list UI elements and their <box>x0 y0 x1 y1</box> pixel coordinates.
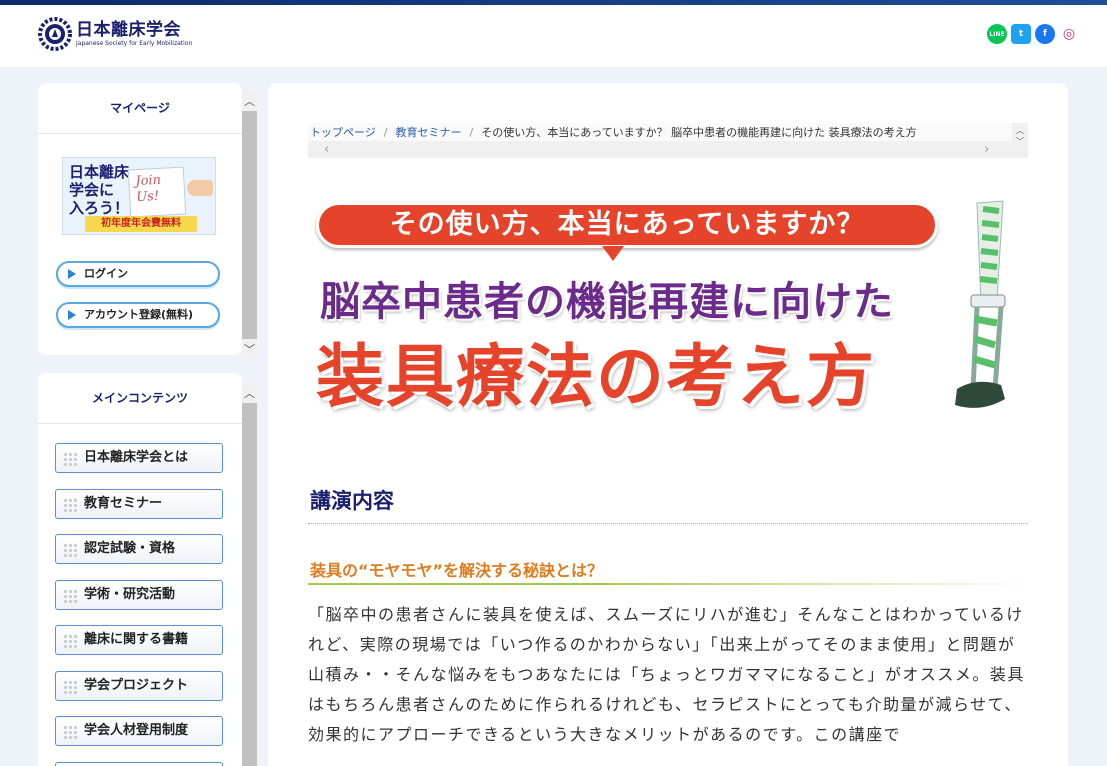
section-heading: 講演内容 <box>310 489 394 513</box>
breadcrumb-home-link[interactable]: トップページ <box>310 126 376 139</box>
main-contents-panel: メインコンテンツ 日本離床学会とは 教育セミナー 認定試験・資格 学術・研究活動… <box>38 373 242 766</box>
mypage-panel: マイページ 日本離床 学会に 入ろう！ Join Us! 初年度年会費無料 ログ… <box>38 83 242 355</box>
join-us-paper: Join Us! <box>127 166 187 218</box>
breadcrumb-seminar-link[interactable]: 教育セミナー <box>396 126 462 139</box>
register-button[interactable]: アカウント登録(無料) <box>56 302 220 328</box>
nav-item-about[interactable]: 日本離床学会とは <box>55 443 223 473</box>
breadcrumb-current: その使い方、本当にあっていますか？ 脳卒中患者の機能再建に向けた 装具療法の考え… <box>481 126 917 139</box>
breadcrumb: トップページ / 教育セミナー / その使い方、本当にあっていますか？ 脳卒中患者の機能… <box>308 123 1028 158</box>
scroll-up-icon[interactable]: ︿ <box>242 93 257 110</box>
pointing-hand-icon <box>187 180 213 196</box>
grid-dots-icon <box>63 634 77 648</box>
join-society-banner[interactable]: 日本離床 学会に 入ろう！ Join Us! 初年度年会費無料 <box>62 157 216 235</box>
scroll-down-icon[interactable]: ﹀ <box>242 341 257 358</box>
lecture-description: 「脳卒中の患者さんに装具を使えば、スムーズにリハが進む」そんなことはわかっている… <box>308 605 1025 744</box>
nav-item-certification[interactable]: 認定試験・資格 <box>55 534 223 564</box>
site-logo[interactable]: 日本離床学会 Japanese Society for Early Mobili… <box>38 17 192 51</box>
seminar-title-banner: その使い方、本当にあっていますか？ 脳卒中患者の機能再建に向けた 装具療法の考え… <box>312 199 1032 419</box>
breadcrumb-vscrollbar[interactable]: ︿ ﹀ <box>1012 123 1028 158</box>
scroll-left-icon[interactable]: ‹ <box>324 141 329 158</box>
nav-item-label: 教育セミナー <box>84 496 163 511</box>
nav-item-label: 認定試験・資格 <box>84 541 176 556</box>
play-triangle-icon <box>68 310 76 320</box>
grid-dots-icon <box>63 725 77 739</box>
join-text-line: 学会に <box>69 181 115 199</box>
nav-item-label: 学術・研究活動 <box>84 587 176 602</box>
grid-dots-icon <box>63 680 77 694</box>
nav-item-more[interactable] <box>55 762 223 766</box>
grid-dots-icon <box>63 543 77 557</box>
mypage-scrollbar[interactable]: ︿ ﹀ <box>242 91 257 358</box>
society-emblem-icon <box>38 17 72 51</box>
grid-dots-icon <box>63 452 77 466</box>
banner-middle-text: 脳卒中患者の機能再建に向けた <box>320 279 894 325</box>
divider <box>308 523 1028 524</box>
facebook-icon[interactable]: f <box>1035 24 1055 44</box>
instagram-icon[interactable]: ◎ <box>1059 24 1079 44</box>
nav-item-research[interactable]: 学術・研究活動 <box>55 580 223 610</box>
main-content: トップページ / 教育セミナー / その使い方、本当にあっていますか？ 脳卒中患者の機能… <box>268 83 1068 766</box>
site-header: 日本離床学会 Japanese Society for Early Mobili… <box>0 5 1107 67</box>
subheading-underline <box>308 583 1028 585</box>
nav-item-label: 学会人材登用制度 <box>84 723 189 738</box>
breadcrumb-hscrollbar[interactable] <box>308 141 1028 158</box>
main-contents-title: メインコンテンツ <box>38 373 242 424</box>
grid-dots-icon <box>63 498 77 512</box>
nav-item-label: 学会プロジェクト <box>84 678 189 693</box>
scroll-up-icon[interactable]: ︿ <box>242 385 257 402</box>
grid-dots-icon <box>63 589 77 603</box>
nav-item-projects[interactable]: 学会プロジェクト <box>55 671 223 701</box>
nav-item-seminar[interactable]: 教育セミナー <box>55 489 223 519</box>
nav-item-books[interactable]: 離床に関する書籍 <box>55 625 223 655</box>
nav-item-label: 日本離床学会とは <box>84 450 189 465</box>
social-links: LINE t f ◎ <box>987 24 1079 44</box>
line-icon[interactable]: LINE <box>987 24 1007 44</box>
nav-item-talent[interactable]: 学会人材登用制度 <box>55 716 223 746</box>
logo-title: 日本離床学会 <box>76 19 181 40</box>
banner-main-title: 装具療法の考え方 <box>316 338 877 417</box>
section-subheading: 装具の“モヤモヤ”を解決する秘訣とは？ <box>310 561 604 580</box>
join-text-line: 日本離床 <box>69 163 130 181</box>
nav-item-label: 離床に関する書籍 <box>84 632 189 647</box>
join-text-line: 入ろう！ <box>69 199 130 217</box>
mypage-title: マイページ <box>38 83 242 134</box>
twitter-icon[interactable]: t <box>1011 24 1031 44</box>
leg-brace-icon <box>955 200 1006 408</box>
login-button[interactable]: ログイン <box>56 261 220 287</box>
banner-bubble-text: その使い方、本当にあっていますか？ <box>316 202 938 248</box>
free-fee-tag: 初年度年会費無料 <box>85 216 197 232</box>
logo-subtitle: Japanese Society for Early Mobilization <box>76 39 193 47</box>
play-triangle-icon <box>68 269 76 279</box>
login-label: ログイン <box>84 267 128 280</box>
scrollbar-thumb[interactable] <box>242 403 257 766</box>
scroll-right-icon[interactable]: › <box>984 141 989 158</box>
scrollbar-thumb[interactable] <box>242 111 257 339</box>
main-contents-scrollbar[interactable]: ︿ <box>242 383 257 766</box>
register-label: アカウント登録(無料) <box>84 308 194 321</box>
